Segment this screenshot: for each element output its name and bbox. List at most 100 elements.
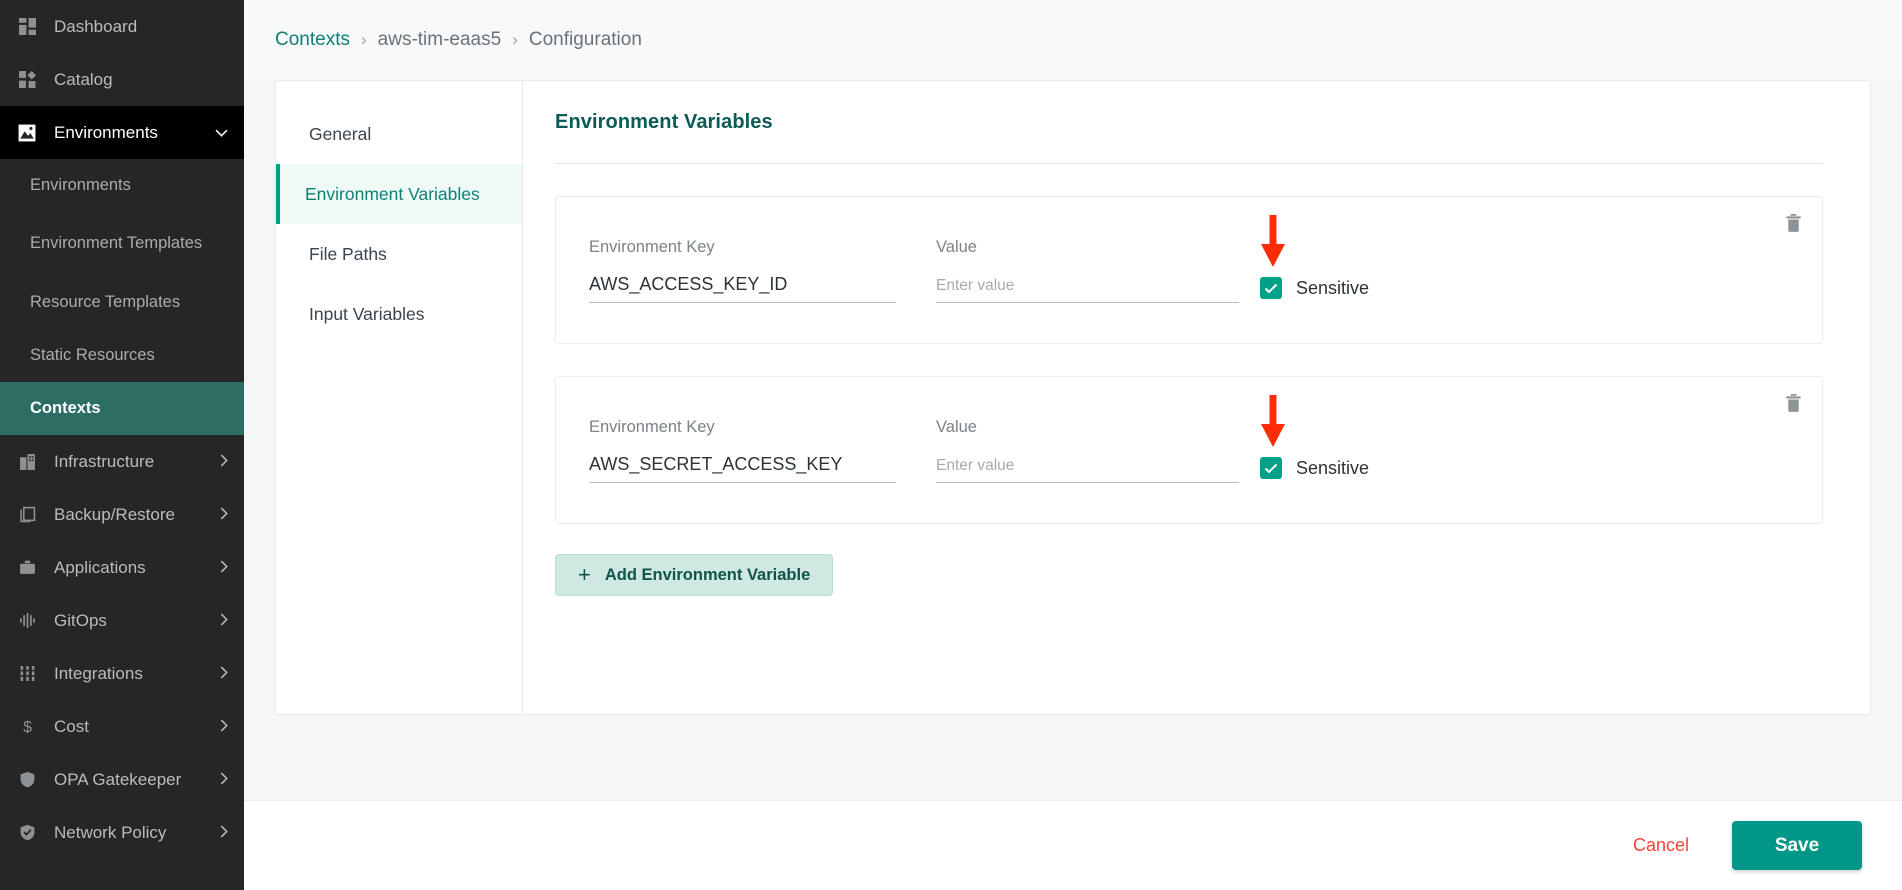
sidebar-subitem-static-resources[interactable]: Static Resources xyxy=(0,329,244,382)
config-tab-list: General Environment Variables File Paths… xyxy=(276,81,523,714)
tab-label: File Paths xyxy=(309,243,387,264)
value-label: Value xyxy=(936,418,977,436)
tab-environment-variables[interactable]: Environment Variables xyxy=(276,164,522,224)
configuration-card: General Environment Variables File Paths… xyxy=(275,80,1871,715)
page-title: Environment Variables xyxy=(555,111,773,133)
environment-key-input[interactable] xyxy=(589,454,896,483)
sidebar-item-label: Backup/Restore xyxy=(54,504,175,524)
sensitive-label: Sensitive xyxy=(1296,457,1370,478)
environments-image-icon xyxy=(14,124,40,142)
breadcrumb-link-contexts[interactable]: Contexts xyxy=(275,29,350,51)
environment-key-field: Environment Key xyxy=(589,238,896,303)
sensitive-checkbox-0[interactable] xyxy=(1260,277,1282,299)
environment-variable-row: Environment Key Value xyxy=(555,196,1823,344)
trash-icon[interactable] xyxy=(1785,214,1802,233)
add-environment-variable-button[interactable]: + Add Environment Variable xyxy=(555,554,834,596)
sidebar-item-label: Infrastructure xyxy=(54,451,155,471)
sidebar-item-catalog[interactable]: Catalog xyxy=(0,53,244,106)
sidebar-item-backup-restore[interactable]: Backup/Restore xyxy=(0,488,244,541)
chevron-right-icon[interactable] xyxy=(220,613,228,628)
tab-label: Environment Variables xyxy=(305,183,480,204)
dollar-icon: $ xyxy=(14,718,40,736)
sidebar-item-opa-gatekeeper[interactable]: OPA Gatekeeper xyxy=(0,753,244,806)
sidebar: Dashboard Catalog Environments Environme… xyxy=(0,0,244,890)
add-button-label: Add Environment Variable xyxy=(604,565,811,584)
sidebar-item-gitops[interactable]: GitOps xyxy=(0,594,244,647)
sidebar-subitem-contexts[interactable]: Contexts xyxy=(0,382,244,435)
value-input[interactable] xyxy=(936,454,1239,483)
sidebar-item-label: Catalog xyxy=(54,69,113,89)
title-divider xyxy=(555,163,1823,164)
environment-variables-panel: Environment Variables Environment Key AW… xyxy=(523,81,1870,714)
value-field: Value xyxy=(936,418,1239,483)
breadcrumb-context-name[interactable]: aws-tim-eaas5 xyxy=(378,29,502,51)
red-down-arrow-annotation xyxy=(1258,215,1288,271)
sidebar-subitem-label: Resource Templates xyxy=(30,292,181,311)
sidebar-subitem-label: Static Resources xyxy=(30,345,155,364)
chevron-down-icon[interactable] xyxy=(215,126,228,139)
environment-key-field: Environment Key xyxy=(589,418,896,483)
chevron-right-icon[interactable] xyxy=(220,772,228,787)
sidebar-item-dashboard[interactable]: Dashboard xyxy=(0,0,244,53)
value-input[interactable] xyxy=(936,274,1239,303)
sidebar-item-label: Applications xyxy=(54,557,146,577)
sidebar-item-network-policy[interactable]: Network Policy xyxy=(0,806,244,859)
chevron-right-icon[interactable] xyxy=(220,454,228,469)
value-label: Value xyxy=(936,238,977,256)
sidebar-item-environments[interactable]: Environments xyxy=(0,106,244,159)
briefcase-icon xyxy=(14,559,40,577)
chevron-right-icon[interactable] xyxy=(220,719,228,734)
integrations-icon xyxy=(14,665,40,683)
chevron-right-icon[interactable] xyxy=(220,666,228,681)
content-wrapper: General Environment Variables File Paths… xyxy=(244,80,1902,800)
environment-key-label: Environment Key xyxy=(589,418,715,436)
trash-icon[interactable] xyxy=(1785,394,1802,413)
sidebar-subitem-label: Contexts xyxy=(30,398,101,417)
sidebar-subitem-resource-templates[interactable]: Resource Templates xyxy=(0,276,244,329)
sensitive-label: Sensitive xyxy=(1296,277,1370,298)
sidebar-subitem-label: Environments xyxy=(30,175,131,194)
save-button[interactable]: Save xyxy=(1732,821,1862,870)
footer-action-bar: Cancel Save xyxy=(244,800,1902,890)
red-down-arrow-annotation xyxy=(1258,395,1288,451)
environment-variable-row: Environment Key Value xyxy=(555,376,1823,524)
sensitive-toggle-group: Sensitive xyxy=(1260,215,1370,303)
variable-fields: Environment Key Value xyxy=(556,395,1822,483)
main-area: Contexts › aws-tim-eaas5 › Configuration… xyxy=(244,0,1902,890)
tab-general[interactable]: General xyxy=(276,104,522,164)
sidebar-subitem-label: Environment Templates xyxy=(30,234,203,253)
cancel-button[interactable]: Cancel xyxy=(1633,835,1689,856)
sidebar-subitem-environments[interactable]: Environments xyxy=(0,159,244,212)
tab-file-paths[interactable]: File Paths xyxy=(276,224,522,284)
gitops-icon xyxy=(14,612,40,630)
grid-dashboard-icon xyxy=(14,18,40,36)
copy-icon xyxy=(14,506,40,524)
sidebar-subitem-environment-templates[interactable]: Environment Templates xyxy=(0,212,244,276)
tab-label: Input Variables xyxy=(309,303,425,324)
sidebar-item-label: OPA Gatekeeper xyxy=(54,769,182,789)
app-root: Dashboard Catalog Environments Environme… xyxy=(0,0,1902,890)
environment-key-input[interactable] xyxy=(589,274,896,303)
variable-fields: Environment Key Value xyxy=(556,215,1822,303)
svg-text:$: $ xyxy=(23,719,32,735)
sidebar-item-label: Network Policy xyxy=(54,822,167,842)
breadcrumb-separator: › xyxy=(360,30,367,49)
chevron-right-icon[interactable] xyxy=(220,825,228,840)
chevron-right-icon[interactable] xyxy=(220,507,228,522)
sidebar-item-cost[interactable]: $ Cost xyxy=(0,700,244,753)
sidebar-item-label: Integrations xyxy=(54,663,143,683)
breadcrumb-current-page: Configuration xyxy=(528,29,642,50)
sidebar-item-label: Dashboard xyxy=(54,16,138,36)
environment-key-label: Environment Key xyxy=(589,238,715,256)
sidebar-item-integrations[interactable]: Integrations xyxy=(0,647,244,700)
tab-input-variables[interactable]: Input Variables xyxy=(276,284,522,344)
sidebar-item-label: Environments xyxy=(54,122,158,142)
chevron-right-icon[interactable] xyxy=(220,560,228,575)
sensitive-checkbox-1[interactable] xyxy=(1260,457,1282,479)
plus-icon: + xyxy=(578,562,591,587)
sidebar-item-applications[interactable]: Applications xyxy=(0,541,244,594)
sidebar-item-infrastructure[interactable]: Infrastructure xyxy=(0,435,244,488)
sidebar-item-label: GitOps xyxy=(54,610,107,630)
shield-check-icon xyxy=(14,824,40,842)
catalog-icon xyxy=(14,71,40,89)
